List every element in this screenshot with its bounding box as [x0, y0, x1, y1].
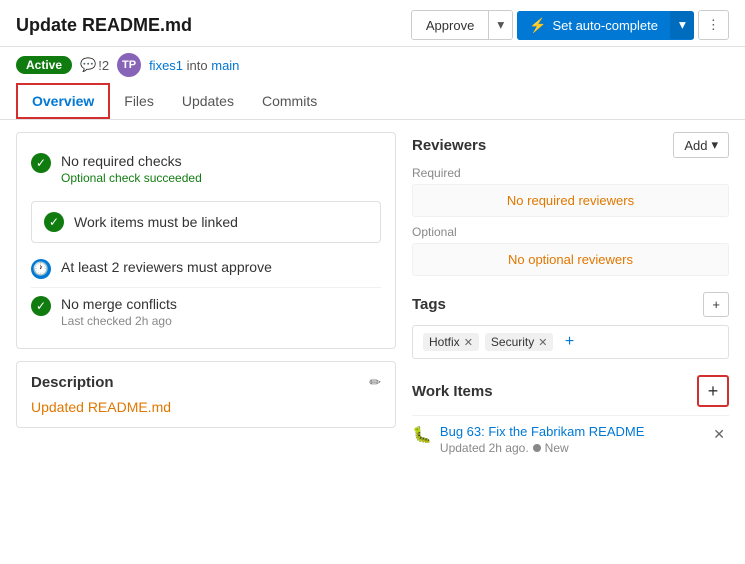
- work-item-remove-button[interactable]: ✕: [709, 424, 729, 445]
- tab-files[interactable]: Files: [110, 83, 168, 119]
- checks-card: ✓ No required checks Optional check succ…: [16, 132, 396, 349]
- tab-updates[interactable]: Updates: [168, 83, 248, 119]
- tag-security-label: Security: [491, 335, 534, 349]
- page-header: Update README.md Approve ▾ ⚡ Set auto-co…: [0, 0, 745, 47]
- sub-header: Active 💬 !2 TP fixes1 into main: [0, 47, 745, 83]
- right-panel: Reviewers Add ▾ Required No required rev…: [412, 132, 729, 479]
- tags-title: Tags: [412, 296, 446, 313]
- tag-hotfix-remove[interactable]: ✕: [464, 336, 473, 349]
- tag-add-inline-button[interactable]: +: [559, 332, 579, 352]
- work-item-status-dot: [533, 444, 541, 452]
- comment-icon: 💬: [80, 57, 96, 73]
- more-options-button[interactable]: ⋮: [698, 10, 729, 40]
- work-item-meta: Updated 2h ago. New: [440, 441, 644, 455]
- work-item-updated: Updated 2h ago.: [440, 441, 529, 455]
- add-reviewer-button[interactable]: Add ▾: [673, 132, 729, 158]
- optional-label: Optional: [412, 225, 729, 239]
- check-text-3: At least 2 reviewers must approve: [61, 259, 272, 275]
- autocomplete-button-group: ⚡ Set auto-complete ▾: [517, 11, 694, 40]
- approve-button-group: Approve ▾: [411, 10, 513, 40]
- active-badge: Active: [16, 56, 72, 74]
- work-items-header: Work Items +: [412, 375, 729, 407]
- avatar: TP: [117, 53, 141, 77]
- check-title-2: Work items must be linked: [74, 214, 238, 230]
- check-icon-green: ✓: [31, 153, 51, 173]
- reviewers-title: Reviewers: [412, 137, 486, 154]
- branch-target: main: [211, 58, 239, 73]
- check-item-merge-conflicts: ✓ No merge conflicts Last checked 2h ago: [31, 287, 381, 336]
- check-title-4: No merge conflicts: [61, 296, 177, 312]
- add-tag-button[interactable]: +: [703, 292, 729, 317]
- work-item-title[interactable]: Bug 63: Fix the Fabrikam README: [440, 424, 644, 439]
- autocomplete-button[interactable]: ⚡ Set auto-complete: [517, 11, 670, 40]
- check-icon-clock: 🕐: [31, 259, 51, 279]
- check-item-no-required: ✓ No required checks Optional check succ…: [31, 145, 381, 193]
- check-title-3: At least 2 reviewers must approve: [61, 259, 272, 275]
- work-items-section: Work Items + 🐛 Bug 63: Fix the Fabrikam …: [412, 375, 729, 463]
- header-actions: Approve ▾ ⚡ Set auto-complete ▾ ⋮: [411, 10, 729, 40]
- work-items-title: Work Items: [412, 383, 493, 400]
- reviewers-section: Reviewers Add ▾ Required No required rev…: [412, 132, 729, 276]
- tab-overview[interactable]: Overview: [16, 83, 110, 119]
- tag-security: Security ✕: [485, 333, 554, 351]
- approve-dropdown-button[interactable]: ▾: [488, 11, 512, 39]
- edit-icon[interactable]: ✏: [369, 374, 381, 391]
- tags-section: Tags + Hotfix ✕ Security ✕ +: [412, 292, 729, 359]
- check-subtitle: Optional check succeeded: [61, 171, 202, 185]
- description-header: Description ✏: [31, 374, 381, 391]
- branch-info: fixes1 into main: [149, 58, 239, 73]
- add-reviewer-arrow-icon: ▾: [711, 137, 718, 153]
- tags-container: Hotfix ✕ Security ✕ +: [412, 325, 729, 359]
- tabs-bar: Overview Files Updates Commits: [0, 83, 745, 120]
- tag-hotfix-label: Hotfix: [429, 335, 460, 349]
- branch-source: fixes1: [149, 58, 183, 73]
- optional-empty: No optional reviewers: [412, 243, 729, 276]
- tag-security-remove[interactable]: ✕: [538, 336, 547, 349]
- main-content: ✓ No required checks Optional check succ…: [0, 120, 745, 491]
- comment-count: 💬 !2: [80, 57, 109, 73]
- check-item-work-items: ✓ Work items must be linked: [31, 201, 381, 243]
- add-reviewer-label: Add: [684, 138, 707, 153]
- required-empty: No required reviewers: [412, 184, 729, 217]
- work-item-left: 🐛 Bug 63: Fix the Fabrikam README Update…: [412, 424, 644, 455]
- check-text: No required checks Optional check succee…: [61, 153, 202, 185]
- left-panel: ✓ No required checks Optional check succ…: [16, 132, 396, 428]
- description-title: Description: [31, 374, 114, 391]
- check-item-reviewers: 🕐 At least 2 reviewers must approve: [31, 251, 381, 287]
- work-item-row: 🐛 Bug 63: Fix the Fabrikam README Update…: [412, 415, 729, 463]
- check-icon-green-2: ✓: [44, 212, 64, 232]
- page-title: Update README.md: [16, 15, 401, 36]
- branch-into-text: into: [187, 58, 212, 73]
- check-text-4: No merge conflicts Last checked 2h ago: [61, 296, 177, 328]
- description-card: Description ✏ Updated README.md: [16, 361, 396, 428]
- tag-hotfix: Hotfix ✕: [423, 333, 479, 351]
- autocomplete-dropdown-button[interactable]: ▾: [670, 11, 694, 39]
- add-tag-plus-icon: +: [712, 297, 720, 312]
- work-item-status: New: [545, 441, 569, 455]
- add-work-item-icon: +: [708, 381, 719, 402]
- check-subtitle-4: Last checked 2h ago: [61, 314, 177, 328]
- tags-header: Tags +: [412, 292, 729, 317]
- work-item-info: Bug 63: Fix the Fabrikam README Updated …: [440, 424, 644, 455]
- tab-commits[interactable]: Commits: [248, 83, 331, 119]
- required-label: Required: [412, 166, 729, 180]
- reviewers-header: Reviewers Add ▾: [412, 132, 729, 158]
- check-title: No required checks: [61, 153, 202, 169]
- description-text: Updated README.md: [31, 399, 381, 415]
- add-work-item-button[interactable]: +: [697, 375, 729, 407]
- approve-button[interactable]: Approve: [412, 12, 488, 39]
- lightning-icon: ⚡: [529, 17, 546, 34]
- check-icon-green-3: ✓: [31, 296, 51, 316]
- work-item-bug-icon: 🐛: [412, 425, 432, 445]
